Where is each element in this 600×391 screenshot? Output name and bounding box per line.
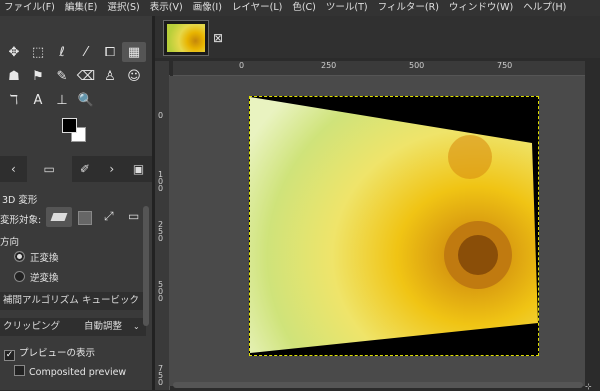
fg-bg-colors[interactable] — [62, 118, 88, 144]
composited-preview-checkbox[interactable]: Composited preview — [14, 365, 126, 378]
warp-tool-icon[interactable]: ☗ — [2, 66, 26, 86]
direction-forward-radio[interactable]: 正変換 — [14, 250, 59, 264]
ruler-corner[interactable] — [155, 61, 169, 75]
transformed-photo — [250, 97, 538, 353]
toolbox-row-2: ☗ ⚑ ✎ ⌫ ♙ ☺ — [2, 66, 146, 86]
target-layer-button[interactable] — [46, 207, 72, 227]
dock-next-icon[interactable]: › — [98, 156, 125, 182]
foreground-color-swatch[interactable] — [62, 118, 77, 133]
menu-layer[interactable]: レイヤー(L) — [228, 0, 288, 16]
menu-view[interactable]: 表示(V) — [146, 0, 189, 16]
ruler-label: 0 — [158, 111, 164, 120]
navigate-icon[interactable]: ⊹ — [585, 382, 595, 391]
show-preview-checkbox[interactable]: ✓ プレビューの表示 — [4, 345, 95, 361]
menu-filters[interactable]: フィルター(R) — [374, 0, 445, 16]
direction-backward-label: 逆変換 — [30, 273, 59, 284]
toolbox-row-3: ℸ A ⊥ 🔍 — [2, 90, 98, 110]
layer-icon — [50, 213, 68, 221]
menu-edit[interactable]: 編集(E) — [61, 0, 103, 16]
eraser-tool-icon[interactable]: ⌫ — [74, 66, 98, 86]
interpolation-label: 補間アルゴリズム — [3, 295, 79, 306]
fuzzy-select-tool-icon[interactable]: ⁄ — [74, 42, 98, 62]
transform-target-label: 変形対象: — [0, 215, 42, 226]
move-tool-icon[interactable]: ✥ — [2, 42, 26, 62]
lasso-tool-icon[interactable]: ℓ — [50, 42, 74, 62]
close-image-icon[interactable]: ⊠ — [213, 31, 223, 45]
tab-device-status-icon[interactable]: ✐ — [72, 156, 99, 182]
sunflower-core — [458, 235, 498, 275]
menu-tools[interactable]: ツール(T) — [322, 0, 374, 16]
thumbnail-image — [167, 24, 205, 52]
crop-tool-icon[interactable]: ⧠ — [98, 42, 122, 62]
clone-tool-icon[interactable]: ♙ — [98, 66, 122, 86]
ruler-label: 0 — [239, 61, 245, 70]
tool-options-title: 3D 変形 — [2, 195, 38, 206]
paths-tool-icon[interactable]: ℸ — [2, 90, 26, 110]
horizontal-ruler[interactable]: 0 250 500 750 — [173, 61, 585, 76]
paintbrush-tool-icon[interactable]: ✎ — [50, 66, 74, 86]
interpolation-select[interactable]: 補間アルゴリズム キュービック — [0, 292, 146, 310]
ruler-label: 750 — [497, 61, 513, 70]
target-image-icon[interactable]: ▭ — [128, 209, 139, 223]
photo-surface — [250, 97, 538, 353]
image-tab-thumbnail[interactable] — [163, 20, 209, 56]
tool-options-scrollbar[interactable] — [143, 206, 149, 326]
canvas-area[interactable] — [169, 76, 585, 386]
rect-select-tool-icon[interactable]: ⬚ — [26, 42, 50, 62]
direction-forward-label: 正変換 — [30, 253, 59, 264]
clipping-label: クリッピング — [3, 321, 61, 332]
direction-backward-radio[interactable]: 逆変換 — [14, 270, 59, 284]
chevron-down-icon: ⌄ — [133, 322, 140, 331]
clipping-value: 自動調整 — [84, 321, 123, 332]
ruler-label: 5 0 0 — [158, 280, 164, 303]
menu-file[interactable]: ファイル(F) — [0, 0, 61, 16]
composited-preview-label: Composited preview — [29, 367, 127, 378]
radio-checked-icon — [14, 251, 25, 262]
smudge-tool-icon[interactable]: ☺ — [122, 66, 146, 86]
show-preview-label: プレビューの表示 — [19, 348, 96, 359]
checkbox-unchecked-icon — [14, 365, 25, 376]
menu-select[interactable]: 選択(S) — [103, 0, 145, 16]
menu-windows[interactable]: ウィンドウ(W) — [445, 0, 519, 16]
horizontal-scrollbar[interactable] — [173, 382, 583, 388]
ruler-label: 7 5 0 — [158, 364, 164, 387]
interpolation-value: キュービック — [82, 295, 140, 306]
menu-image[interactable]: 画像(I) — [189, 0, 228, 16]
transform-3d-tool-icon[interactable]: ▦ — [122, 42, 146, 62]
color-picker-tool-icon[interactable]: ⊥ — [50, 90, 74, 110]
blurred-flower — [448, 135, 492, 179]
clipping-select[interactable]: クリッピング 自動調整 ⌄ — [0, 318, 146, 336]
ruler-label: 500 — [409, 61, 425, 70]
checkbox-checked-icon: ✓ — [4, 350, 15, 361]
bucket-fill-tool-icon[interactable]: ⚑ — [26, 66, 50, 86]
vertical-ruler[interactable]: 0 1 0 0 2 5 0 5 0 0 7 5 0 — [155, 75, 170, 390]
menu-help[interactable]: ヘルプ(H) — [519, 0, 572, 16]
ruler-label: 1 0 0 — [158, 170, 164, 193]
tab-tool-options-icon[interactable]: ▭ — [26, 156, 72, 182]
menu-color[interactable]: 色(C) — [288, 0, 322, 16]
image-layer[interactable] — [249, 96, 539, 356]
toolbox-row-1: ✥ ⬚ ℓ ⁄ ⧠ ▦ — [2, 42, 146, 62]
ruler-label: 250 — [321, 61, 337, 70]
radio-unchecked-icon — [14, 271, 25, 282]
menu-bar: ファイル(F) 編集(E) 選択(S) 表示(V) 画像(I) レイヤー(L) … — [0, 0, 600, 16]
ruler-label: 2 5 0 — [158, 220, 164, 243]
image-tabs: ⊠ — [155, 16, 600, 58]
target-path-icon[interactable]: ⤢ — [104, 209, 114, 224]
left-dock: ✥ ⬚ ℓ ⁄ ⧠ ▦ ☗ ⚑ ✎ ⌫ ♙ ☺ ℸ A ⊥ 🔍 ‹ ▭ ✐ › … — [0, 16, 152, 390]
target-selection-icon[interactable] — [78, 211, 92, 225]
text-tool-icon[interactable]: A — [26, 90, 50, 110]
dock-menu-icon[interactable]: ▣ — [125, 156, 152, 182]
dock-tabs: ‹ ▭ ✐ › ▣ — [0, 156, 152, 182]
image-window: ⊠ 0 250 500 750 0 1 0 0 2 5 0 5 0 0 7 5 … — [155, 16, 600, 391]
dock-prev-icon[interactable]: ‹ — [0, 156, 27, 182]
zoom-tool-icon[interactable]: 🔍 — [74, 90, 98, 110]
direction-label: 方向 — [0, 237, 20, 248]
